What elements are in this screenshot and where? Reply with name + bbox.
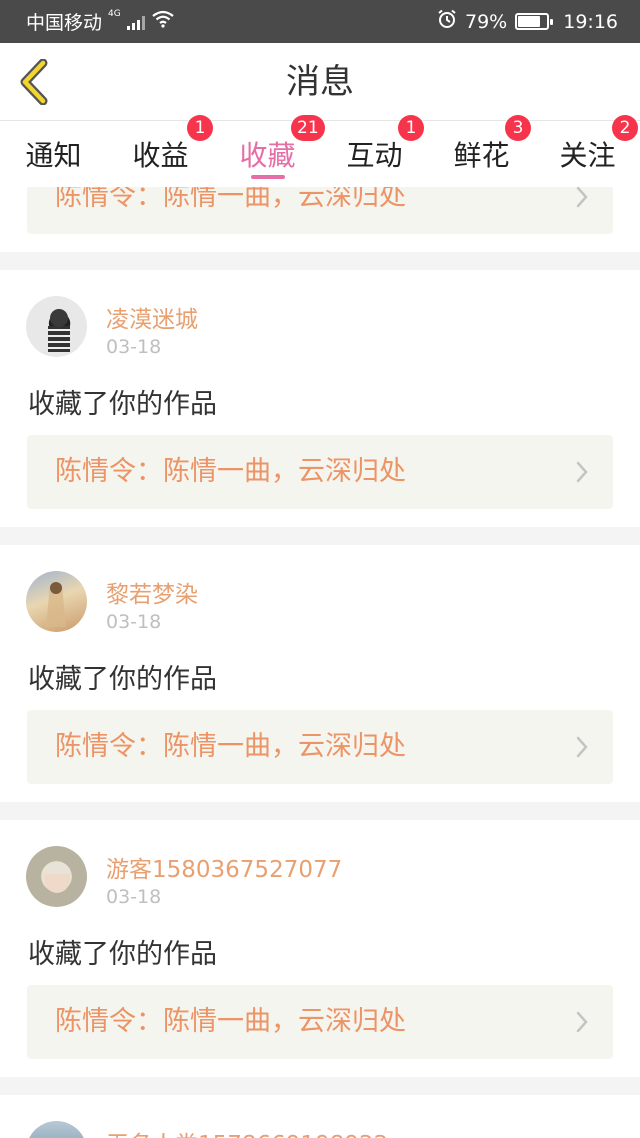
username[interactable]: 无名人类1578669198922 [106, 1125, 388, 1138]
unread-badge: 2 [612, 115, 638, 141]
clock-time: 19:16 [563, 10, 618, 33]
back-button[interactable] [14, 57, 54, 107]
username[interactable]: 凌漠迷城 [106, 300, 198, 334]
active-tab-indicator [250, 175, 285, 179]
carrier-name: 中国移动 [26, 12, 103, 34]
date: 03-18 [106, 886, 162, 908]
tab-label: 互动 [346, 139, 403, 172]
work-title: 陈情令：陈情一曲，云深归处 [55, 456, 406, 487]
chevron-right-icon [576, 736, 588, 758]
tab-notice[interactable]: 通知 [0, 121, 107, 187]
avatar[interactable] [26, 296, 87, 357]
list-item: 无名人类1578669198922 [0, 1095, 640, 1138]
battery-icon [515, 13, 554, 30]
unread-badge: 21 [291, 115, 325, 141]
wifi-icon [151, 10, 175, 33]
alarm-icon [437, 9, 457, 34]
list-item: 凌漠迷城 03-18 收藏了你的作品 陈情令：陈情一曲，云深归处 [0, 270, 640, 527]
chevron-right-icon [576, 187, 588, 208]
tab-flowers[interactable]: 鲜花 3 [428, 115, 535, 187]
work-link[interactable]: 陈情令：陈情一曲，云深归处 [27, 187, 613, 234]
signal-icon [126, 14, 145, 30]
chevron-right-icon [576, 461, 588, 483]
work-title: 陈情令：陈情一曲，云深归处 [55, 731, 406, 762]
tab-label: 通知 [25, 139, 82, 172]
network-type: 4G [108, 8, 121, 19]
chevron-left-icon [20, 59, 48, 105]
tab-label: 关注 [559, 139, 616, 172]
unread-badge: 1 [398, 115, 424, 141]
action-text: 收藏了你的作品 [28, 389, 217, 420]
battery-percent: 79% [465, 10, 508, 33]
message-tabs: 通知 收益 1 收藏 21 互动 1 鲜花 3 关注 2 [0, 115, 640, 187]
list-item: 游客1580367527077 03-18 收藏了你的作品 陈情令：陈情一曲，云… [0, 820, 640, 1077]
tab-favorites[interactable]: 收藏 21 [214, 115, 325, 187]
chevron-right-icon [576, 1011, 588, 1033]
tab-earnings[interactable]: 收益 1 [107, 115, 214, 187]
avatar[interactable] [26, 1121, 87, 1138]
work-link[interactable]: 陈情令：陈情一曲，云深归处 [27, 710, 613, 784]
date: 03-18 [106, 611, 162, 633]
avatar[interactable] [26, 571, 87, 632]
work-link[interactable]: 陈情令：陈情一曲，云深归处 [27, 985, 613, 1059]
tab-follow[interactable]: 关注 2 [535, 115, 640, 187]
date: 03-18 [106, 336, 162, 358]
app-header: 消息 [0, 43, 640, 121]
action-text: 收藏了你的作品 [28, 664, 217, 695]
page-title: 消息 [286, 62, 354, 102]
username[interactable]: 游客1580367527077 [106, 850, 342, 884]
unread-badge: 3 [505, 115, 531, 141]
work-link[interactable]: 陈情令：陈情一曲，云深归处 [27, 435, 613, 509]
tab-label: 鲜花 [453, 139, 510, 172]
action-text: 收藏了你的作品 [28, 939, 217, 970]
status-bar: 中国移动 4G 79% 19:16 [0, 0, 640, 43]
tab-label: 收藏 [239, 139, 296, 172]
list-item: 陈情令：陈情一曲，云深归处 [0, 187, 640, 252]
tab-label: 收益 [132, 139, 189, 172]
list-item: 黎若梦染 03-18 收藏了你的作品 陈情令：陈情一曲，云深归处 [0, 545, 640, 802]
username[interactable]: 黎若梦染 [106, 575, 198, 609]
favorites-list: 陈情令：陈情一曲，云深归处 凌漠迷城 03-18 收藏了你的作品 陈情令：陈情一… [0, 187, 640, 1138]
work-title: 陈情令：陈情一曲，云深归处 [55, 1006, 406, 1037]
work-title: 陈情令：陈情一曲，云深归处 [55, 187, 406, 212]
tab-interaction[interactable]: 互动 1 [321, 115, 428, 187]
unread-badge: 1 [187, 115, 213, 141]
avatar[interactable] [26, 846, 87, 907]
